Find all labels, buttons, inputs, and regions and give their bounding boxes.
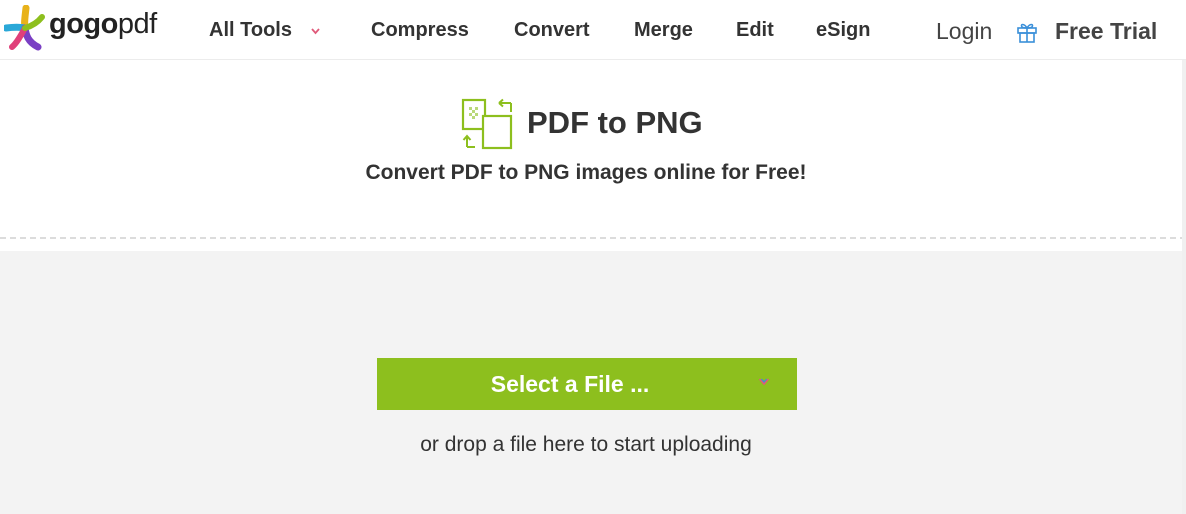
logo-wordmark: gogopdf xyxy=(49,8,157,41)
chevron-down-icon[interactable] xyxy=(311,28,320,35)
nav-compress[interactable]: Compress xyxy=(371,19,469,42)
page-subtitle: Convert PDF to PNG images online for Fre… xyxy=(0,161,1186,185)
gogopdf-logo-icon xyxy=(4,5,45,51)
logo-wordmark-light: pdf xyxy=(117,7,157,40)
tool-hero xyxy=(0,60,1186,240)
nav-convert[interactable]: Convert xyxy=(514,19,590,42)
chevron-down-icon[interactable] xyxy=(758,377,770,387)
select-file-button[interactable]: Select a File ... xyxy=(377,358,797,410)
page-scrollbar[interactable] xyxy=(1182,60,1186,514)
nav-all-tools[interactable]: All Tools xyxy=(209,19,292,42)
pdf-to-png-icon xyxy=(461,98,513,150)
page-subtitle-text: Convert PDF to PNG images online for Fre… xyxy=(365,161,807,184)
select-file-label: Select a File ... xyxy=(490,370,650,397)
page-title: PDF to PNG xyxy=(527,105,703,140)
drop-hint: or drop a file here to start uploading xyxy=(0,433,1186,457)
nav-edit[interactable]: Edit xyxy=(736,19,774,42)
login-link[interactable]: Login xyxy=(936,18,992,45)
drop-hint-text: or drop a file here to start uploading xyxy=(420,433,752,456)
logo-wordmark-bold: gogo xyxy=(49,7,118,40)
nav-esign[interactable]: eSign xyxy=(816,19,870,42)
nav-merge[interactable]: Merge xyxy=(634,19,693,42)
free-trial-link[interactable]: Free Trial xyxy=(1055,18,1157,45)
gogopdf-logo[interactable]: gogopdf xyxy=(4,5,157,51)
section-divider xyxy=(0,237,1186,239)
top-header: gogopdf All Tools Compress Convert Merge… xyxy=(0,0,1186,60)
gift-icon[interactable] xyxy=(1015,20,1039,44)
